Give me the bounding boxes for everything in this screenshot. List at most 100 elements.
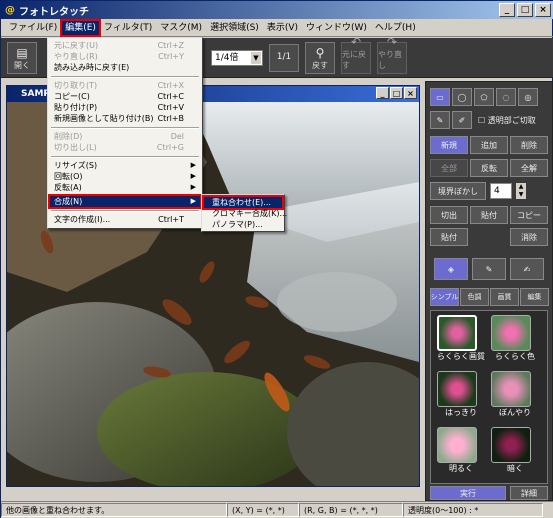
run-button[interactable]: 実行 <box>430 486 506 500</box>
menu-file[interactable]: ファイル(F) <box>5 20 61 36</box>
menu-help[interactable]: ヘルプ(H) <box>371 20 420 36</box>
paste2-button[interactable]: 貼付 <box>430 228 468 246</box>
delete-selection-button[interactable]: 削除 <box>510 136 548 154</box>
effect-mode-1[interactable]: ◈ <box>434 258 468 280</box>
menu-resize[interactable]: リサイズ(S) ▶ <box>50 160 200 171</box>
flower-icon <box>491 371 531 407</box>
open-button[interactable]: ▤ 開く <box>7 42 37 74</box>
thumb-label: 明るく <box>449 464 473 473</box>
paste-label: 貼付 <box>481 210 497 220</box>
blur-spinner[interactable]: ▲ ▼ <box>516 183 526 199</box>
menu-create-text[interactable]: 文字の作成(I)... Ctrl+T <box>50 214 200 225</box>
zoom-select[interactable]: 1/4倍 ▼ <box>211 50 263 66</box>
menu-view[interactable]: 表示(V) <box>263 20 302 36</box>
menu-revert[interactable]: 読み込み時に戻す(E) <box>50 62 200 73</box>
polygon-icon: ⬠ <box>480 92 488 102</box>
back-button[interactable]: ⚲ 戻す <box>305 42 335 74</box>
all-button[interactable]: 全部 <box>430 159 468 177</box>
redo-button[interactable]: ↷ やり直し <box>377 35 407 74</box>
thumb-label: 暗く <box>507 464 523 473</box>
menu-chroma-key[interactable]: クロマキー合成(K)... <box>204 208 287 219</box>
magic-wand-button[interactable]: ✎ <box>430 111 450 129</box>
menu-separator <box>51 127 199 129</box>
edge-blur-button[interactable]: 境界ぼかし <box>430 182 486 200</box>
tab-tone[interactable]: 色調 <box>460 288 489 306</box>
new-selection-button[interactable]: 新規 <box>430 136 468 154</box>
lasso-select-button[interactable]: ◎ <box>518 88 538 106</box>
doc-close-button[interactable]: × <box>404 87 417 99</box>
redo-label: やり直し <box>378 50 402 70</box>
menu-crop[interactable]: 切り出し(L) Ctrl+G <box>50 142 200 153</box>
thumb-sharp[interactable]: はっきり <box>437 371 485 418</box>
thumb-easy-quality[interactable]: らくらく画質 <box>437 315 485 362</box>
menu-edit[interactable]: 編集(E) <box>60 18 101 37</box>
ellipse-select-button[interactable]: ◯ <box>452 88 472 106</box>
freeform-select-button[interactable]: ◌ <box>496 88 516 106</box>
brush-icon: ✎ <box>485 264 493 274</box>
cut-button[interactable]: 切出 <box>430 206 468 224</box>
thumb-bright[interactable]: 明るく <box>437 427 485 474</box>
effect-mode-2[interactable]: ✎ <box>472 258 506 280</box>
menu-selection[interactable]: 選択領域(S) <box>206 20 263 36</box>
menu-undo[interactable]: 元に戻す(U) Ctrl+Z <box>50 40 200 51</box>
close-button[interactable]: × <box>535 3 551 17</box>
all-label: 全部 <box>441 163 457 173</box>
app-window: @ フォトレタッチ _ □ × ファイル(F) 編集(E) フィルタ(T) マス… <box>0 0 553 518</box>
copy-label: コピー <box>517 210 541 220</box>
erase-label: 消除 <box>521 232 537 242</box>
tab-quality[interactable]: 画質 <box>490 288 519 306</box>
zoom-value: 1/4倍 <box>215 53 239 63</box>
menu-window[interactable]: ウィンドウ(W) <box>302 20 371 36</box>
blur-row: 境界ぼかし 4 ▲ ▼ <box>430 182 526 200</box>
effect-mode-3[interactable]: ✍ <box>510 258 544 280</box>
detail-button[interactable]: 詳細 <box>510 486 548 500</box>
menu-redo[interactable]: やり直し(R) Ctrl+Y <box>50 51 200 62</box>
status-bar: 他の画像と重ね合わせます。 (X, Y) = (*, *) (R, G, B) … <box>1 501 553 518</box>
invert-button[interactable]: 反転 <box>470 159 508 177</box>
polygon-select-button[interactable]: ⬠ <box>474 88 494 106</box>
submenu-arrow-icon: ▶ <box>190 161 196 169</box>
erase-button[interactable]: 消除 <box>510 228 548 246</box>
minimize-button[interactable]: _ <box>499 3 515 17</box>
menu-overlay[interactable]: 重ね合わせ(E)... <box>202 195 284 210</box>
add-selection-button[interactable]: 追加 <box>470 136 508 154</box>
menu-rotate[interactable]: 回転(O) ▶ <box>50 171 200 182</box>
menu-copy[interactable]: コピー(C) Ctrl+C <box>50 91 200 102</box>
menu-flip[interactable]: 反転(A) ▶ <box>50 182 200 193</box>
new-label: 新規 <box>441 140 457 150</box>
zoom-one-button[interactable]: 1/1 <box>269 44 299 72</box>
maximize-button[interactable]: □ <box>517 3 533 17</box>
submenu-arrow-icon: ▶ <box>190 172 196 180</box>
menu-panorama[interactable]: パノラマ(P)... <box>204 219 282 230</box>
magic-wand-plus-button[interactable]: ✐ <box>452 111 472 129</box>
copy-button[interactable]: コピー <box>510 206 548 224</box>
menu-filter[interactable]: フィルタ(T) <box>100 20 156 36</box>
flower-icon <box>491 427 531 463</box>
menu-paste-new[interactable]: 新規画像として貼り付け(B) Ctrl+B <box>50 113 200 124</box>
clear-all-button[interactable]: 全解 <box>510 159 548 177</box>
rect-select-button[interactable]: ▭ <box>430 88 450 106</box>
menu-mask[interactable]: マスク(M) <box>156 20 206 36</box>
undo-label: 元に戻す <box>342 50 366 70</box>
menu-composite[interactable]: 合成(N) ▶ <box>48 194 202 209</box>
tab-edit[interactable]: 編集 <box>520 288 549 306</box>
menu-cut[interactable]: 切り取り(T) Ctrl+X <box>50 80 200 91</box>
thumb-dark[interactable]: 暗く <box>491 427 539 474</box>
thumb-easy-color[interactable]: らくらく色 <box>491 315 539 362</box>
lasso-icon: ◎ <box>524 92 532 102</box>
paste-button[interactable]: 貼付 <box>470 206 508 224</box>
tab-simple[interactable]: シンプル <box>430 288 459 306</box>
doc-maximize-button[interactable]: □ <box>390 87 403 99</box>
undo-button[interactable]: ↶ 元に戻す <box>341 35 371 74</box>
flower-icon <box>491 315 531 351</box>
menu-paste[interactable]: 貼り付け(P) Ctrl+V <box>50 102 200 113</box>
blur-value-field[interactable]: 4 <box>490 183 512 199</box>
thumb-label: ぼんやり <box>499 408 531 417</box>
app-title: フォトレタッチ <box>19 6 89 18</box>
transparent-cut-checkbox[interactable]: ☐ 透明部ご切取 <box>478 115 536 126</box>
flower-icon <box>437 315 477 351</box>
menu-separator <box>51 210 199 212</box>
menu-delete[interactable]: 削除(D) Del <box>50 131 200 142</box>
doc-minimize-button[interactable]: _ <box>376 87 389 99</box>
thumb-soft[interactable]: ぼんやり <box>491 371 539 418</box>
